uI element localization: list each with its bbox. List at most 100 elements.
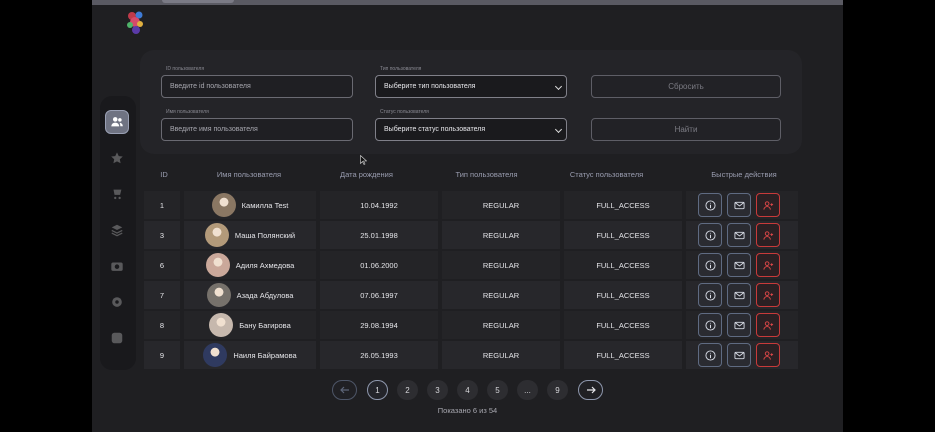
cell-id: 7 [144,281,180,309]
page-button[interactable]: 1 [367,380,388,400]
column-header-birth[interactable]: Дата рождения [309,170,424,179]
avatar[interactable] [206,283,231,307]
table-row[interactable]: 3 Маша Полянский 25.01.1998 REGULAR FULL_ACC… [144,221,798,249]
cell-id: 9 [144,341,180,369]
info-button[interactable] [698,283,722,307]
pagination: 1 2 3 4 5... 9 [332,380,603,400]
status-filter-select[interactable]: Выберите статус пользователя [375,118,567,141]
id-filter-label: ID пользователя [166,66,205,72]
add-user-button[interactable] [756,313,780,337]
users-icon [111,117,123,127]
avatar[interactable] [209,313,234,337]
avatar[interactable] [204,223,229,247]
tab-strip[interactable] [162,0,234,3]
table-row[interactable]: 1 Камилла Test 10.04.1992 REGULAR FULL_ACCES… [144,191,798,219]
table-row[interactable]: 9 Наиля Байрамова 26.05.1993 REGULAR FULL_AC… [144,341,798,369]
page-button[interactable]: 9 [547,380,568,400]
cell-birth: 07.06.1997 [320,281,438,309]
gear-icon [112,297,122,307]
logout-icon [111,332,123,344]
info-icon [704,289,716,301]
user-plus-icon [762,290,773,300]
info-button[interactable] [698,193,722,217]
add-user-button[interactable] [756,343,780,367]
table-row[interactable]: 6 Адиля Ахмедова 01.06.2000 REGULAR FULL_ACC… [144,251,798,279]
add-user-button[interactable] [756,253,780,277]
message-button[interactable] [727,223,751,247]
cell-type: REGULAR [442,191,560,219]
message-button[interactable] [727,283,751,307]
user-plus-icon [762,350,773,360]
type-filter-select[interactable]: Выберите тип пользователя [375,75,567,98]
column-header-status[interactable]: Статус пользователя [549,170,664,179]
add-user-button[interactable] [756,283,780,307]
sidebar-item-users[interactable] [105,110,129,134]
cell-actions [686,221,798,249]
user-name: Адиля Ахмедова [235,260,295,270]
cell-status: FULL_ACCESS [564,251,682,279]
cell-type: REGULAR [442,281,560,309]
cell-id: 6 [144,251,180,279]
info-button[interactable] [698,343,722,367]
chevron-down-icon [554,125,563,134]
info-icon [704,259,716,271]
sidebar-item-favorites[interactable] [105,146,129,170]
cell-name: Камилла Test [184,191,316,219]
prev-page-button[interactable] [332,380,357,400]
sidebar-item-collections[interactable] [105,218,129,242]
type-filter-value: Выберите тип пользователя [384,83,476,90]
cell-type: REGULAR [442,341,560,369]
info-button[interactable] [698,313,722,337]
avatar[interactable] [203,343,228,367]
table-row[interactable]: 7 Азада Абдулова 07.06.1997 REGULAR FULL_ACC… [144,281,798,309]
sidebar-item-orders[interactable] [105,182,129,206]
info-button[interactable] [698,253,722,277]
table-row[interactable]: 8 Бану Багирова 29.08.1994 REGULAR FULL_ACCE… [144,311,798,339]
avatar[interactable] [205,253,230,277]
page-button[interactable]: 5 [487,380,508,400]
page-button[interactable]: 3 [427,380,448,400]
mail-icon [733,291,745,299]
cell-birth: 26.05.1993 [320,341,438,369]
add-user-button[interactable] [756,223,780,247]
cell-actions [686,341,798,369]
user-plus-icon [762,230,773,240]
cell-birth: 10.04.1992 [320,191,438,219]
name-filter-input[interactable]: Введите имя пользователя [161,118,353,141]
message-button[interactable] [727,193,751,217]
cell-id: 8 [144,311,180,339]
status-filter-label: Статус пользователя [380,109,429,115]
sidebar-item-media[interactable] [105,254,129,278]
user-plus-icon [762,320,773,330]
cell-id: 1 [144,191,180,219]
column-header-id[interactable]: ID [144,170,184,179]
mouse-cursor-icon [360,155,367,165]
page-list: 1 2 3 4 5... 9 [367,380,568,400]
search-button[interactable]: Найти [591,118,781,141]
sidebar [100,96,136,370]
page-button[interactable]: 2 [397,380,418,400]
id-filter-input[interactable]: Введите id пользователя [161,75,353,98]
message-button[interactable] [727,253,751,277]
cell-type: REGULAR [442,251,560,279]
type-filter-label: Тип пользователя [380,66,422,72]
info-icon [704,319,716,331]
sidebar-item-settings[interactable] [105,290,129,314]
sidebar-item-logout[interactable] [105,326,129,350]
cell-actions [686,311,798,339]
column-header-name[interactable]: Имя пользователя [194,170,304,179]
cell-name: Бану Багирова [184,311,316,339]
reset-button[interactable]: Сбросить [591,75,781,98]
column-header-type[interactable]: Тип пользователя [429,170,544,179]
add-user-button[interactable] [756,193,780,217]
mail-icon [733,261,745,269]
mail-icon [733,231,745,239]
info-button[interactable] [698,223,722,247]
message-button[interactable] [727,313,751,337]
avatar[interactable] [211,193,236,217]
page-button[interactable]: 4 [457,380,478,400]
message-button[interactable] [727,343,751,367]
user-plus-icon [762,260,773,270]
mail-icon [733,321,745,329]
next-page-button[interactable] [578,380,603,400]
